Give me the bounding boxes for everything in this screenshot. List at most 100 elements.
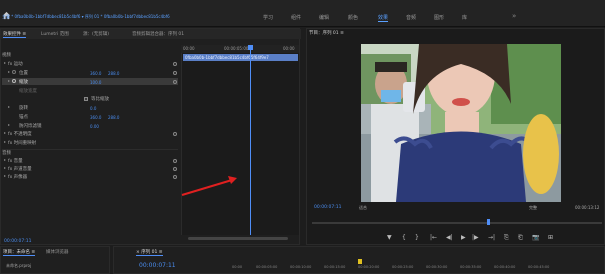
scale-width-label: 缩放宽度 xyxy=(19,89,37,94)
section-divider xyxy=(2,149,178,150)
reset-scale-icon[interactable] xyxy=(173,80,177,84)
anti-flicker-value[interactable]: 0.00 xyxy=(90,124,99,129)
timeline-playhead-marker[interactable] xyxy=(358,259,362,264)
timeline-tick: 00:00:35:00 xyxy=(460,265,482,269)
workspace-graphics[interactable]: 图形 xyxy=(434,14,444,21)
position-y-value[interactable]: 288.0 xyxy=(108,71,119,76)
workspace-learning[interactable]: 学习 xyxy=(263,14,273,21)
tab-audio-clip-mixer[interactable]: 音频剪辑混合器：序列 01 xyxy=(132,31,184,37)
expand-position-icon[interactable] xyxy=(8,71,10,73)
expand-rotation-icon[interactable] xyxy=(8,106,10,108)
expand-channel-volume-icon[interactable] xyxy=(4,167,6,169)
expand-volume-icon[interactable] xyxy=(4,159,6,161)
rotation-value[interactable]: 0.0 xyxy=(90,106,96,111)
motion-label: fx 运动 xyxy=(8,62,23,67)
ruler-start: 00:00 xyxy=(183,46,195,51)
workspace-effects[interactable]: 效果 xyxy=(378,14,389,22)
step-forward-button[interactable]: |▶ xyxy=(472,234,479,241)
tab-project[interactable]: 项目：未命名 ≡ xyxy=(3,249,36,256)
scale-label: 缩放 xyxy=(19,80,28,85)
position-x-value[interactable]: 360.0 xyxy=(90,71,101,76)
reset-opacity-icon[interactable] xyxy=(173,132,177,136)
program-timecode[interactable]: 00:00:07:11 xyxy=(314,205,341,210)
expand-motion-icon[interactable] xyxy=(4,62,6,64)
project-file-item[interactable]: 未命名.prproj xyxy=(6,263,31,269)
timeline-tick: 00:00 xyxy=(232,265,243,269)
channel-volume-label: fx 声道音量 xyxy=(8,167,32,172)
uniform-scale-label: 等比缩放 xyxy=(91,97,109,102)
ruler-end: 00:00 xyxy=(283,46,295,51)
program-duration: 00:00:13:12 xyxy=(575,205,600,210)
export-frame-button[interactable]: 📷 xyxy=(532,234,539,241)
timeline-tick: 00:00:20:00 xyxy=(358,265,380,269)
anchor-y-value[interactable]: 288.0 xyxy=(108,115,119,120)
workspace-assembly[interactable]: 组件 xyxy=(291,14,301,21)
scale-value[interactable]: 100.0 xyxy=(90,80,101,85)
expand-opacity-icon[interactable] xyxy=(4,132,6,134)
timeline-timecode[interactable]: 00:00:07:11 xyxy=(139,262,176,269)
lift-button[interactable]: ⎘ xyxy=(504,234,509,242)
section-video-label: 视频 xyxy=(2,53,11,58)
ruler-mid: 00:00:05:00 xyxy=(224,46,249,51)
expand-scale-icon[interactable] xyxy=(8,80,10,82)
reset-motion-icon[interactable] xyxy=(173,62,177,66)
stopwatch-scale-icon[interactable] xyxy=(12,79,16,83)
program-playhead[interactable] xyxy=(487,219,490,225)
program-video-frame xyxy=(361,44,561,202)
play-button[interactable]: ▶ xyxy=(461,234,466,241)
reset-volume-icon[interactable] xyxy=(173,159,177,163)
effect-controls-scrollbar[interactable] xyxy=(188,237,288,240)
timeline-tick: 00:00:05:00 xyxy=(256,265,278,269)
workspace-editing[interactable]: 编辑 xyxy=(319,14,329,21)
stopwatch-position-icon[interactable] xyxy=(12,70,16,74)
annotation-arrow-icon xyxy=(181,176,237,196)
playhead-line[interactable] xyxy=(250,45,251,235)
tab-sequence-01[interactable]: × 序列 01 ≡ xyxy=(136,249,163,256)
compare-view-button[interactable]: ⊞ xyxy=(548,234,553,241)
workspace-color[interactable]: 颜色 xyxy=(348,14,358,21)
reset-panner-icon[interactable] xyxy=(173,175,177,179)
mark-out-button[interactable]: } xyxy=(415,234,419,241)
anchor-label: 锚点 xyxy=(19,115,28,120)
tab-media-browser[interactable]: 媒体浏览器 xyxy=(46,249,69,255)
workspace-audio[interactable]: 音频 xyxy=(406,14,416,21)
zoom-fit-select[interactable]: 适合 xyxy=(359,205,367,211)
timeline-tick: 00:00:15:00 xyxy=(324,265,346,269)
step-back-button[interactable]: ◀| xyxy=(446,234,453,241)
go-to-in-button[interactable]: |← xyxy=(430,234,437,241)
reset-position-icon[interactable] xyxy=(173,71,177,75)
timeline-tick: 00:00:30:00 xyxy=(426,265,448,269)
section-audio-label: 音频 xyxy=(2,151,11,156)
expand-anti-flicker-icon[interactable] xyxy=(8,124,10,126)
tab-lumetri-scopes[interactable]: Lumetri 范围 xyxy=(41,31,69,37)
effect-controls-clip-bar[interactable]: 0fba0b0b-1bbf7dbbec81b5c4bf65f64f9e7 xyxy=(183,54,298,61)
extract-button[interactable]: ⎗ xyxy=(518,234,523,242)
position-label: 位置 xyxy=(19,71,28,76)
effect-controls-timecode[interactable]: 00:00:07:11 xyxy=(4,239,31,244)
uniform-scale-checkbox[interactable] xyxy=(84,97,88,101)
more-workspaces-button[interactable]: » xyxy=(512,12,516,20)
tab-effect-controls[interactable]: 效果控件 ≡ xyxy=(3,31,27,38)
go-to-out-button[interactable]: →| xyxy=(488,234,495,241)
playback-resolution-select[interactable]: 完整 xyxy=(529,205,537,211)
expand-time-remap-icon[interactable] xyxy=(4,141,6,143)
reset-channel-volume-icon[interactable] xyxy=(173,167,177,171)
clip-name: 0fba0b0b-1bbf7dbbec81b5c4bf65f64f9e7 xyxy=(185,55,269,60)
timeline-tick: 00:00:10:00 xyxy=(290,265,312,269)
clip-path-selector[interactable]: 主要 * 0fba0b0b-1bbf7dbbec81b5c4bf6 ▾ 序列 0… xyxy=(2,14,170,20)
volume-label: fx 音量 xyxy=(8,159,23,164)
mark-in-button[interactable]: { xyxy=(402,234,406,241)
tab-source[interactable]: 源：(无剪辑) xyxy=(83,31,109,37)
expand-panner-icon[interactable] xyxy=(4,175,6,177)
program-monitor-title[interactable]: 节目：序列 01 ≡ xyxy=(309,30,344,36)
timeline-tick: 00:00:40:00 xyxy=(494,265,516,269)
workspace-libraries[interactable]: 库 xyxy=(462,14,467,21)
anchor-x-value[interactable]: 360.0 xyxy=(90,115,101,120)
timeline-tick: 00:00:45:00 xyxy=(528,265,550,269)
effect-controls-timeline[interactable] xyxy=(181,45,299,235)
panner-label: fx 声像器 xyxy=(8,175,28,180)
add-marker-button[interactable]: ▼ xyxy=(387,234,392,241)
timeline-tick: 00:00:25:00 xyxy=(392,265,414,269)
opacity-label: fx 不透明度 xyxy=(8,132,32,137)
program-scrub-bar[interactable] xyxy=(312,222,602,224)
